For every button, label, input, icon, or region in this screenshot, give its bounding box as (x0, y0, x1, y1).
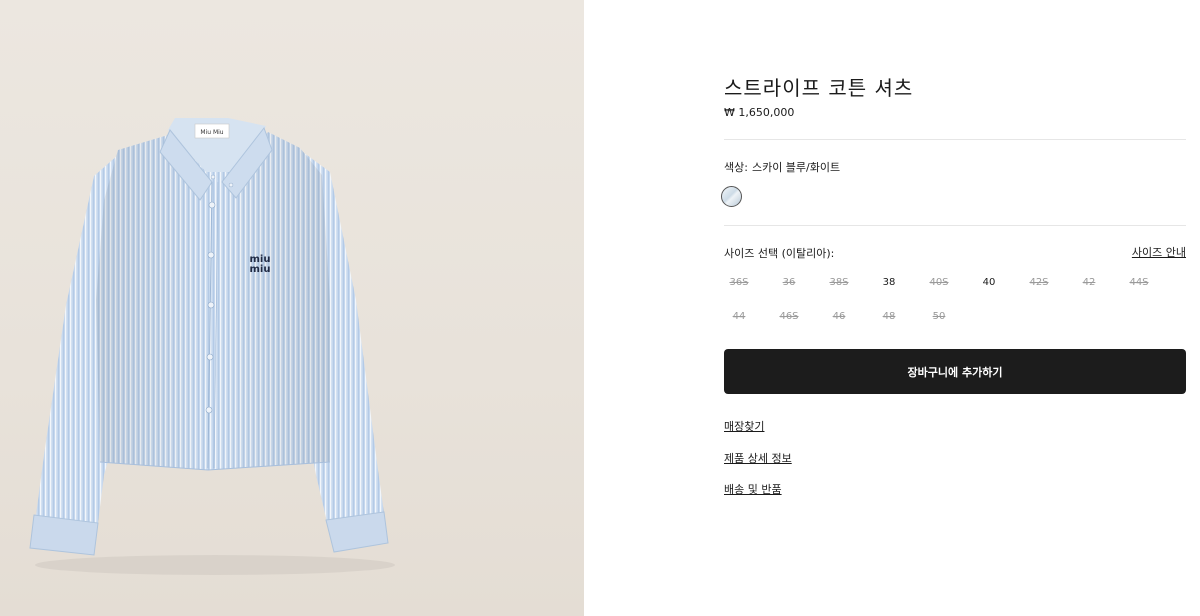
color-value: 스카이 블루/화이트 (751, 161, 841, 174)
color-label: 색상: 스카이 블루/화이트 (724, 159, 844, 175)
product-info-panel: 스트라이프 코튼 셔츠 ₩ 1,650,000 색상: 스카이 블루/화이트 사이… (721, 0, 1186, 616)
size-option-44[interactable]: 44 (724, 311, 754, 322)
size-option-40[interactable]: 40 (974, 277, 1004, 288)
product-price: ₩ 1,650,000 (724, 106, 795, 119)
divider (724, 225, 1186, 226)
striped-shirt-image: Miu Miu miu miu (29, 118, 395, 575)
size-option-48[interactable]: 48 (874, 311, 904, 322)
shipping-returns-link[interactable]: 배송 및 반품 (724, 481, 782, 497)
size-option-36s[interactable]: 36S (724, 277, 754, 288)
color-swatch-sky-blue[interactable] (721, 186, 742, 207)
shirt-logo-bottom: miu (250, 264, 271, 275)
size-option-46[interactable]: 46 (824, 311, 854, 322)
product-image: Miu Miu miu miu (0, 0, 584, 616)
size-select-label: 사이즈 선택 (이탈리아): (724, 247, 835, 260)
size-option-36[interactable]: 36 (774, 277, 804, 288)
size-option-38s[interactable]: 38S (824, 277, 854, 288)
product-details-link[interactable]: 제품 상세 정보 (724, 450, 792, 466)
add-to-cart-button[interactable]: 장바구니에 추가하기 (724, 349, 1186, 394)
size-option-42[interactable]: 42 (1074, 277, 1104, 288)
size-option-46s[interactable]: 46S (774, 311, 804, 322)
size-guide-link[interactable]: 사이즈 안내 (1132, 244, 1186, 260)
size-option-40s[interactable]: 40S (924, 277, 954, 288)
size-option-42s[interactable]: 42S (1024, 277, 1054, 288)
product-title: 스트라이프 코튼 셔츠 (724, 76, 914, 100)
divider (724, 139, 1186, 140)
size-option-44s[interactable]: 44S (1124, 277, 1154, 288)
color-label-prefix: 색상: (724, 161, 748, 174)
shirt-label: Miu Miu (200, 129, 223, 136)
find-store-link[interactable]: 매장찾기 (724, 418, 764, 434)
size-option-50[interactable]: 50 (924, 311, 954, 322)
size-option-38[interactable]: 38 (874, 277, 904, 288)
